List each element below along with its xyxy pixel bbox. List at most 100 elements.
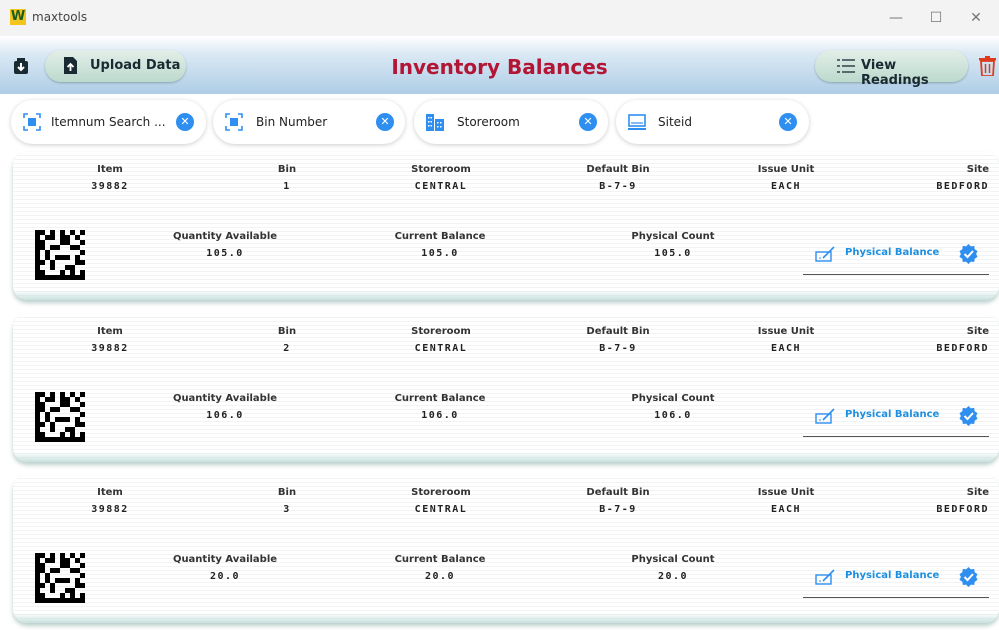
qty-header: Quantity Available bbox=[172, 393, 278, 404]
qty-field: Quantity Available 105.0 bbox=[160, 231, 290, 259]
physical-balance-button[interactable]: Physical Balance bbox=[803, 238, 989, 275]
physical-balance-label: Physical Balance bbox=[845, 247, 940, 258]
item-field: Item 39882 bbox=[45, 326, 175, 354]
qty-field: Quantity Available 20.0 bbox=[160, 554, 290, 582]
storeroom-value: CENTRAL bbox=[414, 343, 468, 354]
window-title-bar: W maxtools — ☐ ✕ bbox=[0, 0, 999, 36]
scan-icon bbox=[23, 113, 41, 131]
siteid-filter[interactable]: Siteid ✕ bbox=[616, 100, 809, 144]
site-value: BEDFORD bbox=[936, 504, 989, 515]
bin-header: Bin bbox=[277, 487, 297, 498]
itemnum-clear-icon[interactable]: ✕ bbox=[176, 113, 194, 131]
storeroom-filter[interactable]: Storeroom ✕ bbox=[414, 100, 608, 144]
bin-number-filter[interactable]: Bin Number ✕ bbox=[213, 100, 405, 144]
itemnum-search-filter[interactable]: Itemnum Search ... ✕ bbox=[11, 100, 206, 144]
default-bin-header: Default Bin bbox=[586, 487, 650, 498]
close-icon[interactable]: ✕ bbox=[966, 8, 986, 28]
header: Upload Data Inventory Balances View Read… bbox=[0, 36, 999, 94]
datamatrix-barcode-icon bbox=[35, 392, 85, 442]
view-readings-button[interactable]: View Readings bbox=[815, 50, 968, 88]
issue-unit-field: Issue Unit EACH bbox=[721, 326, 851, 354]
current-value: 20.0 bbox=[424, 571, 456, 582]
physical-field: Physical Count 20.0 bbox=[608, 554, 738, 582]
verified-check-icon bbox=[959, 244, 978, 264]
issue-unit-field: Issue Unit EACH bbox=[721, 164, 851, 192]
default-bin-value: B-7-9 bbox=[599, 181, 637, 192]
trash-icon[interactable] bbox=[979, 56, 996, 76]
bin-number-clear-icon[interactable]: ✕ bbox=[376, 113, 394, 131]
bin-value: 1 bbox=[283, 181, 291, 192]
bin-value: 3 bbox=[283, 504, 291, 515]
storeroom-label: Storeroom bbox=[457, 115, 520, 129]
physical-balance-label: Physical Balance bbox=[845, 570, 940, 581]
default-bin-value: B-7-9 bbox=[599, 343, 637, 354]
storeroom-field: Storeroom CENTRAL bbox=[376, 164, 506, 192]
maximize-icon[interactable]: ☐ bbox=[926, 8, 946, 28]
item-value: 39882 bbox=[91, 504, 129, 515]
verified-check-icon bbox=[959, 406, 978, 426]
current-field: Current Balance 106.0 bbox=[375, 393, 505, 421]
edit-count-icon bbox=[815, 246, 835, 262]
default-bin-header: Default Bin bbox=[586, 326, 650, 337]
physical-value: 105.0 bbox=[654, 248, 692, 259]
view-readings-label: View Readings bbox=[861, 58, 929, 88]
bin-header: Bin bbox=[277, 326, 297, 337]
default-bin-field: Default Bin B-7-9 bbox=[553, 326, 683, 354]
physical-value: 106.0 bbox=[654, 410, 692, 421]
minimize-icon[interactable]: — bbox=[886, 8, 906, 28]
physical-balance-button[interactable]: Physical Balance bbox=[803, 400, 989, 437]
default-bin-value: B-7-9 bbox=[599, 504, 637, 515]
item-value: 39882 bbox=[91, 181, 129, 192]
storeroom-header: Storeroom bbox=[411, 326, 471, 337]
storeroom-value: CENTRAL bbox=[414, 504, 468, 515]
default-bin-field: Default Bin B-7-9 bbox=[553, 487, 683, 515]
qty-value: 106.0 bbox=[206, 410, 244, 421]
physical-balance-button[interactable]: Physical Balance bbox=[803, 561, 989, 598]
siteid-label: Siteid bbox=[658, 115, 692, 129]
storeroom-clear-icon[interactable]: ✕ bbox=[579, 113, 597, 131]
siteid-clear-icon[interactable]: ✕ bbox=[779, 113, 797, 131]
datamatrix-barcode-icon bbox=[35, 230, 85, 280]
qty-header: Quantity Available bbox=[172, 554, 278, 565]
storeroom-field: Storeroom CENTRAL bbox=[376, 487, 506, 515]
storeroom-header: Storeroom bbox=[411, 164, 471, 175]
physical-field: Physical Count 106.0 bbox=[608, 393, 738, 421]
qty-value: 105.0 bbox=[206, 248, 244, 259]
current-header: Current Balance bbox=[394, 231, 486, 242]
inventory-card[interactable]: Item 39882 Bin 1 Storeroom CENTRAL Defau… bbox=[13, 152, 999, 300]
current-header: Current Balance bbox=[394, 554, 486, 565]
issue-unit-header: Issue Unit bbox=[757, 487, 815, 498]
physical-header: Physical Count bbox=[631, 554, 715, 565]
item-header: Item bbox=[97, 487, 123, 498]
edit-count-icon bbox=[815, 569, 835, 585]
list-icon bbox=[837, 59, 855, 73]
site-header: Site bbox=[966, 487, 989, 498]
storeroom-field: Storeroom CENTRAL bbox=[376, 326, 506, 354]
datamatrix-barcode-icon bbox=[35, 553, 85, 603]
scan-icon bbox=[225, 113, 243, 131]
bin-field: Bin 2 bbox=[222, 326, 352, 354]
edit-count-icon bbox=[815, 408, 835, 424]
bin-value: 2 bbox=[283, 343, 291, 354]
item-field: Item 39882 bbox=[45, 487, 175, 515]
bin-field: Bin 1 bbox=[222, 164, 352, 192]
default-bin-header: Default Bin bbox=[586, 164, 650, 175]
physical-balance-label: Physical Balance bbox=[845, 409, 940, 420]
inventory-card[interactable]: Item 39882 Bin 2 Storeroom CENTRAL Defau… bbox=[13, 314, 999, 462]
current-field: Current Balance 20.0 bbox=[375, 554, 505, 582]
issue-unit-value: EACH bbox=[770, 181, 802, 192]
site-value: BEDFORD bbox=[936, 181, 989, 192]
app-logo-icon: W bbox=[10, 9, 26, 25]
current-value: 105.0 bbox=[421, 248, 459, 259]
bin-header: Bin bbox=[277, 164, 297, 175]
issue-unit-header: Issue Unit bbox=[757, 326, 815, 337]
item-value: 39882 bbox=[91, 343, 129, 354]
site-header: Site bbox=[966, 326, 989, 337]
current-header: Current Balance bbox=[394, 393, 486, 404]
item-field: Item 39882 bbox=[45, 164, 175, 192]
inventory-card[interactable]: Item 39882 Bin 3 Storeroom CENTRAL Defau… bbox=[13, 475, 999, 623]
bin-number-label: Bin Number bbox=[256, 115, 328, 129]
window-title: maxtools bbox=[32, 10, 88, 24]
qty-field: Quantity Available 106.0 bbox=[160, 393, 290, 421]
site-header: Site bbox=[966, 164, 989, 175]
